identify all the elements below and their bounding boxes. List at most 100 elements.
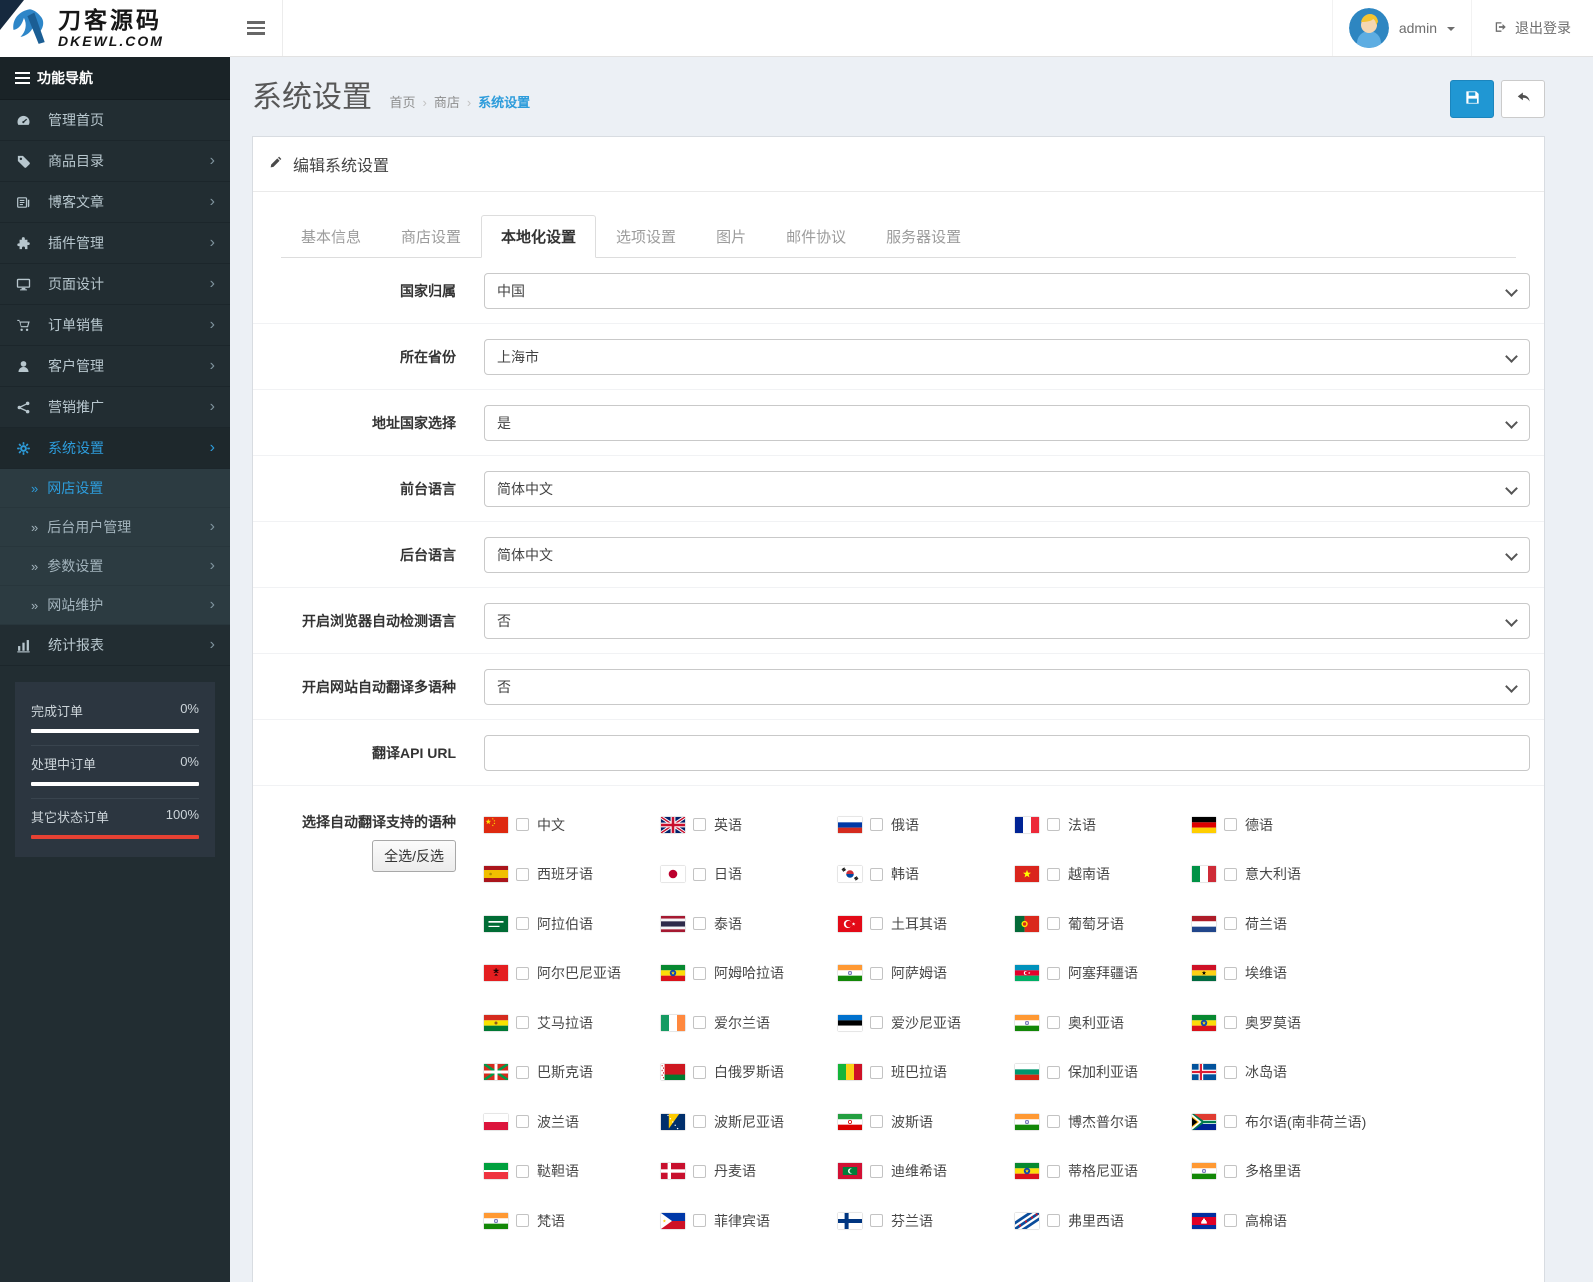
language-option[interactable]: 英语: [661, 815, 838, 835]
language-option[interactable]: 多格里语: [1192, 1161, 1369, 1181]
language-checkbox[interactable]: [516, 818, 529, 832]
logout-button[interactable]: 退出登录: [1471, 0, 1593, 56]
language-checkbox[interactable]: [870, 917, 883, 931]
language-option[interactable]: 荷兰语: [1192, 914, 1369, 934]
language-checkbox[interactable]: [1047, 818, 1060, 832]
language-checkbox[interactable]: [1224, 867, 1237, 881]
language-option[interactable]: 巴斯克语: [484, 1062, 661, 1082]
language-option[interactable]: 蒂格尼亚语: [1015, 1161, 1192, 1181]
language-option[interactable]: 布尔语(南非荷兰语): [1192, 1112, 1369, 1132]
language-option[interactable]: 波斯尼亚语: [661, 1112, 838, 1132]
select-all-button[interactable]: 全选/反选: [372, 840, 456, 872]
language-checkbox[interactable]: [870, 966, 883, 980]
language-option[interactable]: 芬兰语: [838, 1211, 1015, 1231]
language-checkbox[interactable]: [870, 1016, 883, 1030]
tab-store[interactable]: 商店设置: [381, 215, 481, 258]
language-checkbox[interactable]: [693, 1115, 706, 1129]
language-checkbox[interactable]: [1224, 917, 1237, 931]
language-option[interactable]: 奥罗莫语: [1192, 1013, 1369, 1033]
language-option[interactable]: 班巴拉语: [838, 1062, 1015, 1082]
language-checkbox[interactable]: [1047, 1164, 1060, 1178]
sidebar-subitem-admin-users[interactable]: » 后台用户管理 ›: [0, 508, 230, 547]
language-option[interactable]: 保加利亚语: [1015, 1062, 1192, 1082]
language-option[interactable]: 菲律宾语: [661, 1211, 838, 1231]
language-checkbox[interactable]: [1224, 1214, 1237, 1228]
country-select[interactable]: 中国: [484, 272, 1530, 309]
language-checkbox[interactable]: [870, 1214, 883, 1228]
sidebar-item-marketing[interactable]: 营销推广 ›: [0, 387, 230, 428]
language-checkbox[interactable]: [516, 1115, 529, 1129]
sidebar-item-system-settings[interactable]: 系统设置 ›: [0, 428, 230, 469]
language-option[interactable]: 阿姆哈拉语: [661, 963, 838, 983]
language-option[interactable]: 意大利语: [1192, 864, 1369, 884]
language-option[interactable]: 阿塞拜疆语: [1015, 963, 1192, 983]
language-checkbox[interactable]: [1047, 1065, 1060, 1079]
language-option[interactable]: 爱沙尼亚语: [838, 1013, 1015, 1033]
language-checkbox[interactable]: [516, 1164, 529, 1178]
language-checkbox[interactable]: [1224, 1016, 1237, 1030]
language-option[interactable]: 鞑靼语: [484, 1161, 661, 1181]
language-option[interactable]: 艾马拉语: [484, 1013, 661, 1033]
language-option[interactable]: 阿萨姆语: [838, 963, 1015, 983]
tab-localisation[interactable]: 本地化设置: [481, 215, 597, 258]
language-option[interactable]: 奥利亚语: [1015, 1013, 1192, 1033]
language-checkbox[interactable]: [1047, 1115, 1060, 1129]
sidebar-item-dashboard[interactable]: 管理首页: [0, 100, 230, 141]
language-checkbox[interactable]: [516, 917, 529, 931]
sidebar-item-customers[interactable]: 客户管理 ›: [0, 346, 230, 387]
language-checkbox[interactable]: [516, 1214, 529, 1228]
sidebar-subitem-shop-settings[interactable]: » 网店设置: [0, 469, 230, 508]
language-option[interactable]: 阿拉伯语: [484, 914, 661, 934]
language-checkbox[interactable]: [870, 1115, 883, 1129]
user-menu[interactable]: admin: [1331, 0, 1471, 56]
sidebar-toggle-button[interactable]: [230, 0, 283, 56]
language-option[interactable]: 博杰普尔语: [1015, 1112, 1192, 1132]
language-option[interactable]: 中文: [484, 815, 661, 835]
language-checkbox[interactable]: [1224, 1065, 1237, 1079]
language-checkbox[interactable]: [870, 1164, 883, 1178]
province-select[interactable]: 上海市: [484, 338, 1530, 375]
admin-language-select[interactable]: 简体中文: [484, 536, 1530, 573]
frontend-language-select[interactable]: 简体中文: [484, 470, 1530, 507]
sidebar-subitem-parameters[interactable]: » 参数设置 ›: [0, 547, 230, 586]
language-checkbox[interactable]: [693, 917, 706, 931]
language-option[interactable]: 梵语: [484, 1211, 661, 1231]
sidebar-item-page-design[interactable]: 页面设计 ›: [0, 264, 230, 305]
language-option[interactable]: 波兰语: [484, 1112, 661, 1132]
language-checkbox[interactable]: [870, 818, 883, 832]
tab-mail[interactable]: 邮件协议: [766, 215, 866, 258]
language-option[interactable]: 法语: [1015, 815, 1192, 835]
sidebar-item-blog[interactable]: 博客文章 ›: [0, 182, 230, 223]
language-option[interactable]: 迪维希语: [838, 1161, 1015, 1181]
language-option[interactable]: 土耳其语: [838, 914, 1015, 934]
language-checkbox[interactable]: [1224, 966, 1237, 980]
language-checkbox[interactable]: [516, 1016, 529, 1030]
language-checkbox[interactable]: [1047, 1214, 1060, 1228]
language-option[interactable]: 阿尔巴尼亚语: [484, 963, 661, 983]
language-checkbox[interactable]: [1047, 1016, 1060, 1030]
language-checkbox[interactable]: [1047, 917, 1060, 931]
save-button[interactable]: [1450, 80, 1494, 118]
language-checkbox[interactable]: [693, 1214, 706, 1228]
language-checkbox[interactable]: [693, 1164, 706, 1178]
sidebar-item-plugins[interactable]: 插件管理 ›: [0, 223, 230, 264]
language-option[interactable]: 韩语: [838, 864, 1015, 884]
language-checkbox[interactable]: [693, 1016, 706, 1030]
language-option[interactable]: 越南语: [1015, 864, 1192, 884]
language-checkbox[interactable]: [870, 867, 883, 881]
browser-language-detect-select[interactable]: 否: [484, 602, 1530, 639]
language-checkbox[interactable]: [693, 818, 706, 832]
language-option[interactable]: 葡萄牙语: [1015, 914, 1192, 934]
brand-logo[interactable]: 刀客源码 DKEWL.COM: [0, 0, 230, 57]
sidebar-subitem-maintenance[interactable]: » 网站维护 ›: [0, 586, 230, 625]
tab-basic[interactable]: 基本信息: [281, 215, 381, 258]
tab-options[interactable]: 选项设置: [596, 215, 696, 258]
language-option[interactable]: 日语: [661, 864, 838, 884]
language-checkbox[interactable]: [1047, 966, 1060, 980]
language-option[interactable]: 德语: [1192, 815, 1369, 835]
auto-translate-select[interactable]: 否: [484, 668, 1530, 705]
language-checkbox[interactable]: [1224, 1115, 1237, 1129]
language-checkbox[interactable]: [516, 966, 529, 980]
language-option[interactable]: 丹麦语: [661, 1161, 838, 1181]
language-checkbox[interactable]: [1047, 867, 1060, 881]
